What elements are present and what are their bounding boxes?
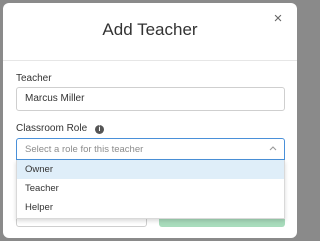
modal-title: Add Teacher <box>102 20 198 39</box>
teacher-label: Teacher <box>16 73 52 84</box>
role-option-helper[interactable]: Helper <box>17 198 284 217</box>
role-dropdown-menu: Owner Teacher Helper <box>16 160 285 219</box>
chevron-up-icon <box>269 146 277 151</box>
close-icon[interactable]: × <box>269 10 287 28</box>
add-teacher-modal: Add Teacher × Teacher Marcus Miller Clas… <box>3 3 297 238</box>
classroom-role-select[interactable]: Select a role for this teacher <box>16 138 285 160</box>
modal-header: Add Teacher × <box>3 3 297 61</box>
teacher-field[interactable]: Marcus Miller <box>16 87 285 111</box>
select-placeholder: Select a role for this teacher <box>25 144 144 155</box>
role-option-owner[interactable]: Owner <box>17 160 284 179</box>
info-icon[interactable]: i <box>95 125 104 134</box>
classroom-role-label: Classroom Role <box>16 123 88 134</box>
role-option-teacher[interactable]: Teacher <box>17 179 284 198</box>
